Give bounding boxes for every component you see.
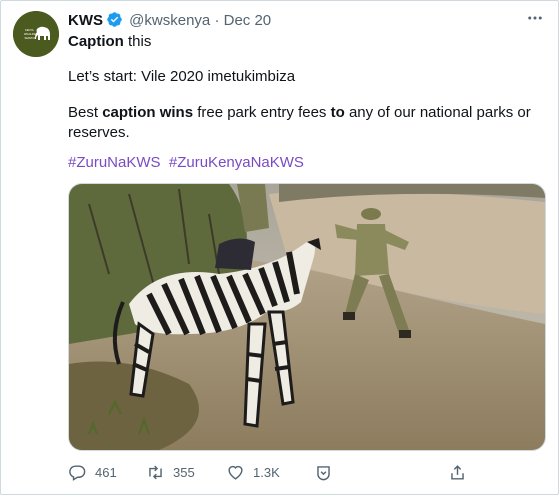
- bookmark-icon: [317, 466, 330, 481]
- share-icon: [451, 465, 464, 480]
- tweet-date[interactable]: Dec 20: [224, 12, 272, 29]
- retweet-icon: [149, 465, 162, 480]
- tweet-line-3: Best caption wins free park entry fees t…: [68, 104, 531, 141]
- tweet-text: Caption this Let’s start: Vile 2020 imet…: [68, 32, 546, 171]
- display-name[interactable]: KWS: [68, 12, 103, 29]
- tweet-media-image[interactable]: [68, 183, 546, 451]
- hashtag-link[interactable]: #ZuruNaKWS: [68, 154, 161, 171]
- reply-count: 461: [95, 465, 117, 480]
- kws-logo: KENYA WILDLIFE SERVICE: [13, 11, 59, 57]
- reply-button[interactable]: 461: [68, 463, 117, 482]
- reply-icon: [69, 465, 86, 481]
- tweet-actions: 461 355 1.3K: [68, 463, 488, 487]
- like-icon: [228, 465, 243, 480]
- tweet-card[interactable]: KENYA WILDLIFE SERVICE KWS @kwskenya · D…: [0, 0, 559, 495]
- handle[interactable]: @kwskenya: [129, 12, 210, 29]
- zebra-scene-image: [69, 184, 545, 450]
- retweet-button[interactable]: 355: [146, 463, 195, 482]
- svg-text:SERVICE: SERVICE: [25, 36, 37, 40]
- bookmark-button[interactable]: [314, 463, 341, 482]
- hashtag-link[interactable]: #ZuruKenyaNaKWS: [169, 154, 304, 171]
- avatar[interactable]: KENYA WILDLIFE SERVICE: [13, 11, 59, 57]
- tweet-header: KWS @kwskenya · Dec 20: [68, 11, 271, 33]
- more-icon[interactable]: [526, 9, 544, 31]
- like-button[interactable]: 1.3K: [226, 463, 280, 482]
- tweet-line-1: Caption this: [68, 33, 152, 50]
- retweet-count: 355: [173, 465, 195, 480]
- verified-badge-icon: [106, 11, 123, 33]
- svg-text:KENYA: KENYA: [25, 28, 34, 32]
- tweet-line-2: Let’s start: Vile 2020 imetukimbiza: [68, 68, 296, 85]
- like-count: 1.3K: [253, 465, 280, 480]
- separator: ·: [214, 12, 220, 29]
- svg-text:WILDLIFE: WILDLIFE: [24, 32, 36, 36]
- hashtags: #ZuruNaKWS #ZuruKenyaNaKWS: [68, 153, 304, 173]
- share-button[interactable]: [448, 463, 475, 482]
